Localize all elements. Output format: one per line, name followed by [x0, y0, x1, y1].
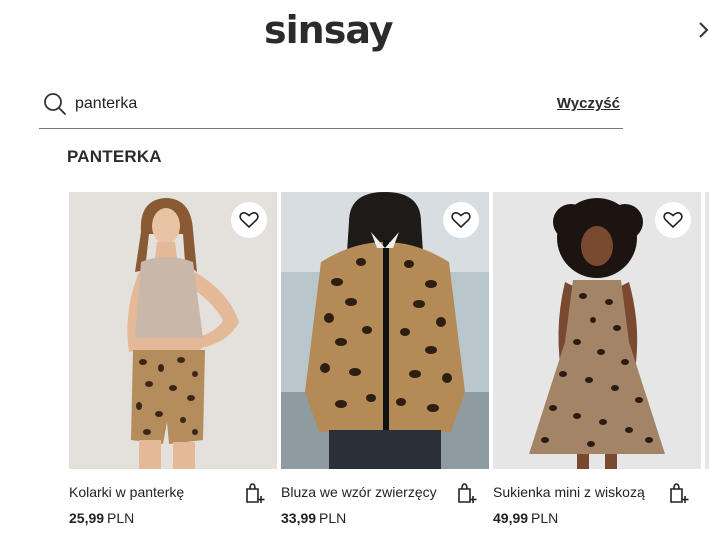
- heart-icon: [451, 212, 471, 229]
- product-card[interactable]: Kolarki w panterkę 25,99 PLN: [69, 192, 277, 534]
- add-to-wishlist-button[interactable]: [655, 202, 691, 238]
- product-image[interactable]: [493, 192, 701, 469]
- section-title: PANTERKA: [67, 147, 162, 166]
- product-card[interactable]: Bluza we wzór zwierzęcy 33,99 PLN: [281, 192, 489, 534]
- product-name[interactable]: Kolarki w panterkę: [69, 484, 235, 500]
- product-price: 49,99 PLN: [493, 510, 559, 526]
- product-image[interactable]: [69, 192, 277, 469]
- search-input[interactable]: [75, 92, 495, 116]
- add-to-cart-icon[interactable]: [667, 482, 689, 504]
- product-name[interactable]: Sukienka mini z wiskozą: [493, 484, 659, 500]
- heart-icon: [663, 212, 683, 229]
- add-to-cart-icon[interactable]: [455, 482, 477, 504]
- sinsay-logo[interactable]: sinsay: [264, 8, 394, 52]
- heart-icon: [239, 212, 259, 229]
- product-card[interactable]: Sukienka mini z wiskozą 49,99 PLN: [493, 192, 701, 534]
- product-name[interactable]: Bluza we wzór zwierzęcy: [281, 484, 447, 500]
- clear-search-link[interactable]: Wyczyść: [557, 95, 620, 112]
- product-carousel: Kolarki w panterkę 25,99 PLN Bluza we wz…: [69, 192, 709, 534]
- product-price: 33,99 PLN: [281, 510, 347, 526]
- search-bar: Wyczyść: [39, 86, 623, 129]
- product-price: 25,99 PLN: [69, 510, 135, 526]
- add-to-cart-icon[interactable]: [243, 482, 265, 504]
- product-card-partial[interactable]: [705, 192, 709, 534]
- add-to-wishlist-button[interactable]: [231, 202, 267, 238]
- search-icon: [44, 93, 66, 115]
- add-to-wishlist-button[interactable]: [443, 202, 479, 238]
- chevron-right-icon[interactable]: [697, 20, 709, 40]
- product-image[interactable]: [281, 192, 489, 469]
